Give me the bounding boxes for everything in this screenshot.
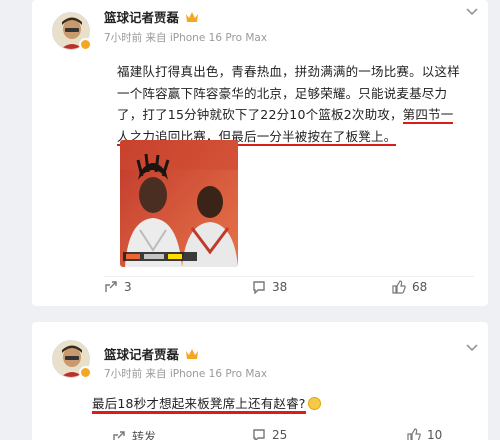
verified-badge-icon xyxy=(79,366,92,379)
like-button[interactable]: 10 xyxy=(407,428,442,440)
post-text: 福建队打得真出色，青春热血，拼劲满满的一场比赛。以这样一个阵容赢下阵容豪华的北京… xyxy=(117,61,462,147)
comment-count: 38 xyxy=(272,280,288,294)
post-card: 篮球记者贾磊 7小时前 来自 iPhone 16 Pro Max 福建队打得真出… xyxy=(32,0,488,306)
post-meta: 7小时前 来自 iPhone 16 Pro Max xyxy=(104,368,268,380)
like-icon xyxy=(392,280,406,294)
like-button[interactable]: 68 xyxy=(392,280,427,294)
username[interactable]: 篮球记者贾磊 xyxy=(104,344,179,363)
like-count: 68 xyxy=(412,280,428,294)
share-button[interactable]: 3 xyxy=(104,280,132,294)
vip-crown-icon xyxy=(185,8,199,22)
like-count: 10 xyxy=(427,428,443,440)
like-icon xyxy=(407,428,421,440)
comment-icon xyxy=(253,281,265,294)
post-text: 最后18秒才想起来板凳席上还有赵睿? xyxy=(92,393,472,415)
comment-count: 25 xyxy=(272,428,288,440)
share-count: 3 xyxy=(124,280,132,294)
share-icon xyxy=(113,430,125,440)
verified-badge-icon xyxy=(79,38,92,51)
comment-button[interactable]: 25 xyxy=(252,428,287,440)
post-meta: 7小时前 来自 iPhone 16 Pro Max xyxy=(104,32,268,44)
post-card: 篮球记者贾磊 7小时前 来自 iPhone 16 Pro Max 最后18秒才想… xyxy=(32,322,488,440)
more-icon[interactable] xyxy=(464,342,480,354)
divider xyxy=(104,276,474,277)
more-icon[interactable] xyxy=(464,6,480,18)
vip-crown-icon xyxy=(185,345,199,359)
emoji-icon xyxy=(307,397,321,410)
post-text-highlight: 最后18秒才想起来板凳席上还有赵睿? xyxy=(92,396,306,414)
post-image[interactable] xyxy=(120,140,238,267)
comment-icon xyxy=(253,429,265,440)
share-label: 转发 xyxy=(132,430,157,440)
comment-button[interactable]: 38 xyxy=(252,280,287,294)
share-button[interactable]: 转发 xyxy=(112,428,156,440)
share-icon xyxy=(105,281,117,292)
username[interactable]: 篮球记者贾磊 xyxy=(104,7,179,26)
